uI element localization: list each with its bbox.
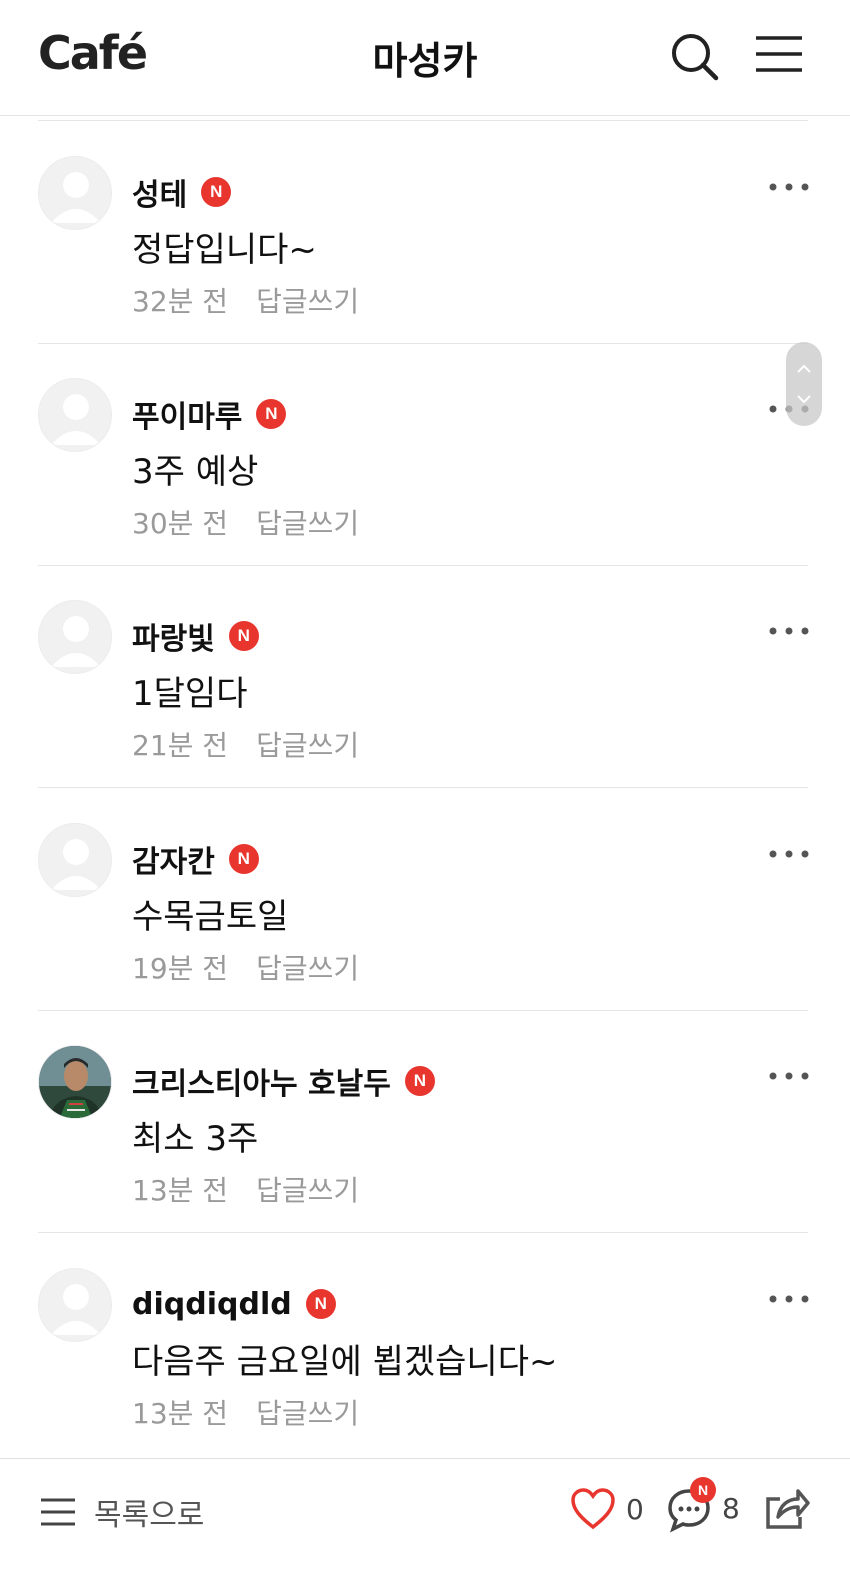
- more-icon: [769, 1072, 809, 1080]
- more-icon: [769, 850, 809, 858]
- list-icon: [41, 1498, 75, 1526]
- more-options-button[interactable]: [766, 1284, 812, 1314]
- list-label: 목록으로: [94, 1498, 205, 1533]
- avatar[interactable]: [38, 600, 112, 674]
- comment-text: 3주 예상: [132, 452, 259, 492]
- comment-time: 19분 전: [132, 952, 229, 985]
- comment-meta: 13분 전 답글쓰기: [132, 1392, 359, 1432]
- comment-item: 푸이마루 N 3주 예상 30분 전 답글쓰기: [0, 344, 850, 566]
- divider: [38, 787, 808, 788]
- comment-item: 감자칸 N 수목금토일 19분 전 답글쓰기: [0, 789, 850, 1011]
- divider: [38, 120, 808, 121]
- author-name[interactable]: 푸이마루: [132, 392, 242, 436]
- menu-button[interactable]: [752, 30, 806, 84]
- author-name[interactable]: diqdiqdld: [132, 1287, 292, 1322]
- author-row: 감자칸 N: [132, 837, 259, 881]
- comment-item: 파랑빛 N 1달임다 21분 전 답글쓰기: [0, 566, 850, 788]
- comment-text: 정답입니다~: [132, 230, 317, 270]
- comment-meta: 30분 전 답글쓰기: [132, 502, 359, 542]
- comment-count: 8: [722, 1491, 740, 1525]
- default-avatar-icon: [51, 1284, 101, 1335]
- reply-link[interactable]: 답글쓰기: [256, 952, 359, 985]
- new-badge: N: [305, 1289, 336, 1319]
- new-badge: N: [228, 621, 259, 651]
- default-avatar-icon: [51, 172, 101, 223]
- more-options-button[interactable]: [766, 839, 812, 869]
- comment-text: 다음주 금요일에 뵙겠습니다~: [132, 1342, 558, 1382]
- avatar[interactable]: [38, 1268, 112, 1342]
- author-row: 푸이마루 N: [132, 392, 287, 436]
- comment-time: 32분 전: [132, 285, 229, 318]
- like-count: 0: [626, 1492, 644, 1526]
- comments-button[interactable]: N 8: [666, 1477, 740, 1533]
- more-icon: [769, 627, 809, 635]
- new-badge: N: [404, 1066, 435, 1096]
- more-icon: [769, 1295, 809, 1303]
- share-icon: [766, 1489, 810, 1529]
- more-options-button[interactable]: [766, 616, 812, 646]
- author-name[interactable]: 감자칸: [132, 837, 215, 881]
- author-name[interactable]: 크리스티아누 호날두: [132, 1059, 391, 1103]
- default-avatar-icon: [51, 616, 101, 667]
- avatar[interactable]: [38, 1045, 112, 1119]
- scroll-handle[interactable]: [786, 342, 822, 426]
- new-badge: N: [256, 399, 287, 429]
- comment-text: 1달임다: [132, 674, 248, 714]
- comment-item: 성테 N 정답입니다~ 32분 전 답글쓰기: [0, 122, 850, 344]
- scroll-arrows-icon: [797, 364, 811, 404]
- comment-time: 21분 전: [132, 729, 229, 762]
- avatar[interactable]: [38, 823, 112, 897]
- reply-link[interactable]: 답글쓰기: [256, 285, 359, 318]
- reply-link[interactable]: 답글쓰기: [256, 1397, 359, 1430]
- comment-text: 최소 3주: [132, 1119, 259, 1159]
- comment-time: 13분 전: [132, 1174, 229, 1207]
- search-button[interactable]: [668, 30, 722, 84]
- reply-link[interactable]: 답글쓰기: [256, 507, 359, 540]
- bottom-bar: 목록으로 0 N 8: [0, 1458, 850, 1579]
- author-row: 성테 N: [132, 170, 232, 214]
- menu-icon: [756, 36, 802, 72]
- comment-item: 크리스티아누 호날두 N 최소 3주 13분 전 답글쓰기: [0, 1011, 850, 1233]
- comment-meta: 19분 전 답글쓰기: [132, 947, 359, 987]
- divider: [38, 1232, 808, 1233]
- search-icon: [672, 34, 719, 81]
- comment-new-badge: N: [690, 1477, 716, 1503]
- heart-icon: [571, 1488, 615, 1530]
- comment-item: diqdiqdld N 다음주 금요일에 뵙겠습니다~ 13분 전 답글쓰기: [0, 1234, 850, 1456]
- comment-meta: 21분 전 답글쓰기: [132, 724, 359, 764]
- app-header: Café 마성카: [0, 0, 850, 116]
- comment-meta: 32분 전 답글쓰기: [132, 280, 359, 320]
- page-title[interactable]: 마성카: [0, 30, 850, 85]
- avatar[interactable]: [38, 378, 112, 452]
- comment-time: 13분 전: [132, 1397, 229, 1430]
- comment-meta: 13분 전 답글쓰기: [132, 1169, 359, 1209]
- more-options-button[interactable]: [766, 1061, 812, 1091]
- avatar[interactable]: [38, 156, 112, 230]
- default-avatar-icon: [51, 394, 101, 445]
- new-badge: N: [228, 844, 259, 874]
- more-icon: [769, 183, 809, 191]
- default-avatar-icon: [51, 839, 101, 890]
- more-options-button[interactable]: [766, 172, 812, 202]
- author-row: diqdiqdld N: [132, 1284, 336, 1324]
- comment-time: 30분 전: [132, 507, 229, 540]
- like-button[interactable]: 0: [570, 1487, 644, 1531]
- author-row: 크리스티아누 호날두 N: [132, 1059, 435, 1103]
- author-name[interactable]: 파랑빛: [132, 614, 215, 658]
- reply-link[interactable]: 답글쓰기: [256, 729, 359, 762]
- profile-photo-icon: [39, 1046, 111, 1118]
- new-badge: N: [201, 177, 232, 207]
- back-to-list-button[interactable]: 목록으로: [38, 1487, 204, 1537]
- author-name[interactable]: 성테: [132, 170, 187, 214]
- reply-link[interactable]: 답글쓰기: [256, 1174, 359, 1207]
- comment-text: 수목금토일: [132, 897, 289, 937]
- author-row: 파랑빛 N: [132, 614, 259, 658]
- share-button[interactable]: [762, 1485, 810, 1535]
